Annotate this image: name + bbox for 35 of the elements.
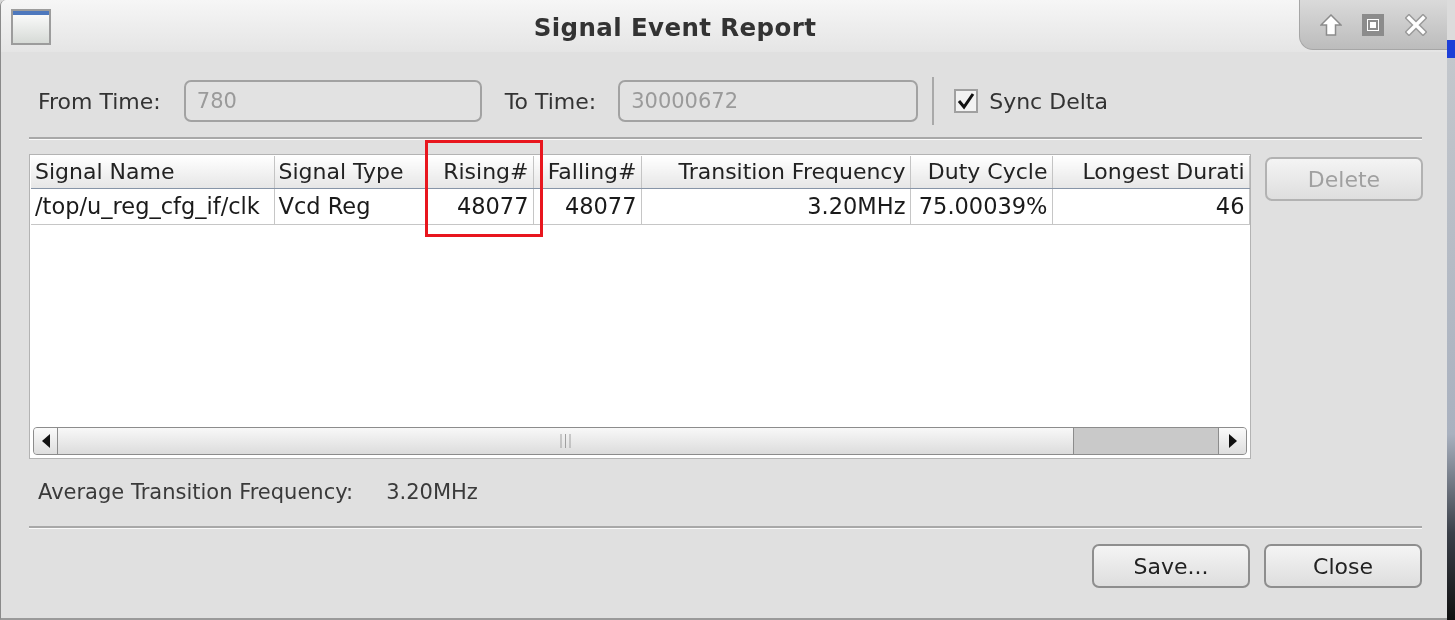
summary-label: Average Transition Frequency: (38, 480, 354, 504)
column-header[interactable]: Falling# (533, 156, 641, 188)
right-arrow-icon (1228, 434, 1237, 448)
column-header[interactable]: Longest Durati (1052, 156, 1249, 188)
table-cell: Vcd Reg (274, 188, 426, 224)
column-header[interactable]: Transition Frequency (641, 156, 910, 188)
scroll-thumb[interactable] (58, 428, 1074, 454)
dialog-button[interactable]: Close (1264, 544, 1422, 588)
sync-delta-checkbox[interactable] (954, 89, 979, 113)
column-header[interactable]: Signal Name (31, 156, 274, 188)
from-time-label: From Time: (38, 88, 161, 114)
sync-delta-label[interactable]: Sync Delta (989, 88, 1108, 114)
horizontal-scrollbar[interactable] (33, 427, 1247, 455)
window-title: Signal Event Report (533, 12, 817, 42)
grip-icon (560, 434, 571, 448)
column-header[interactable]: Signal Type (274, 156, 426, 188)
table-cell: 48077 (533, 188, 641, 224)
column-header[interactable]: Rising# (426, 156, 533, 188)
table-cell: 75.00039% (910, 188, 1052, 224)
summary-value: 3.20MHz (386, 480, 478, 504)
to-time-label: To Time: (504, 88, 597, 114)
column-header[interactable]: Duty Cycle (910, 156, 1052, 188)
close-icon (1404, 13, 1427, 36)
window-icon (11, 9, 51, 45)
up-arrow-icon (1320, 13, 1343, 36)
scroll-left-button[interactable] (34, 428, 58, 454)
checkmark-icon (957, 92, 976, 110)
maximize-icon (1362, 13, 1385, 36)
table-cell: 48077 (426, 188, 533, 224)
table-cell: /top/u_reg_cfg_if/clk (31, 188, 274, 224)
left-arrow-icon (41, 434, 50, 448)
table-cell: 46 (1052, 188, 1249, 224)
scroll-right-button[interactable] (1218, 428, 1246, 454)
dialog-button[interactable]: Save... (1092, 544, 1250, 588)
table-cell: 3.20MHz (641, 188, 910, 224)
